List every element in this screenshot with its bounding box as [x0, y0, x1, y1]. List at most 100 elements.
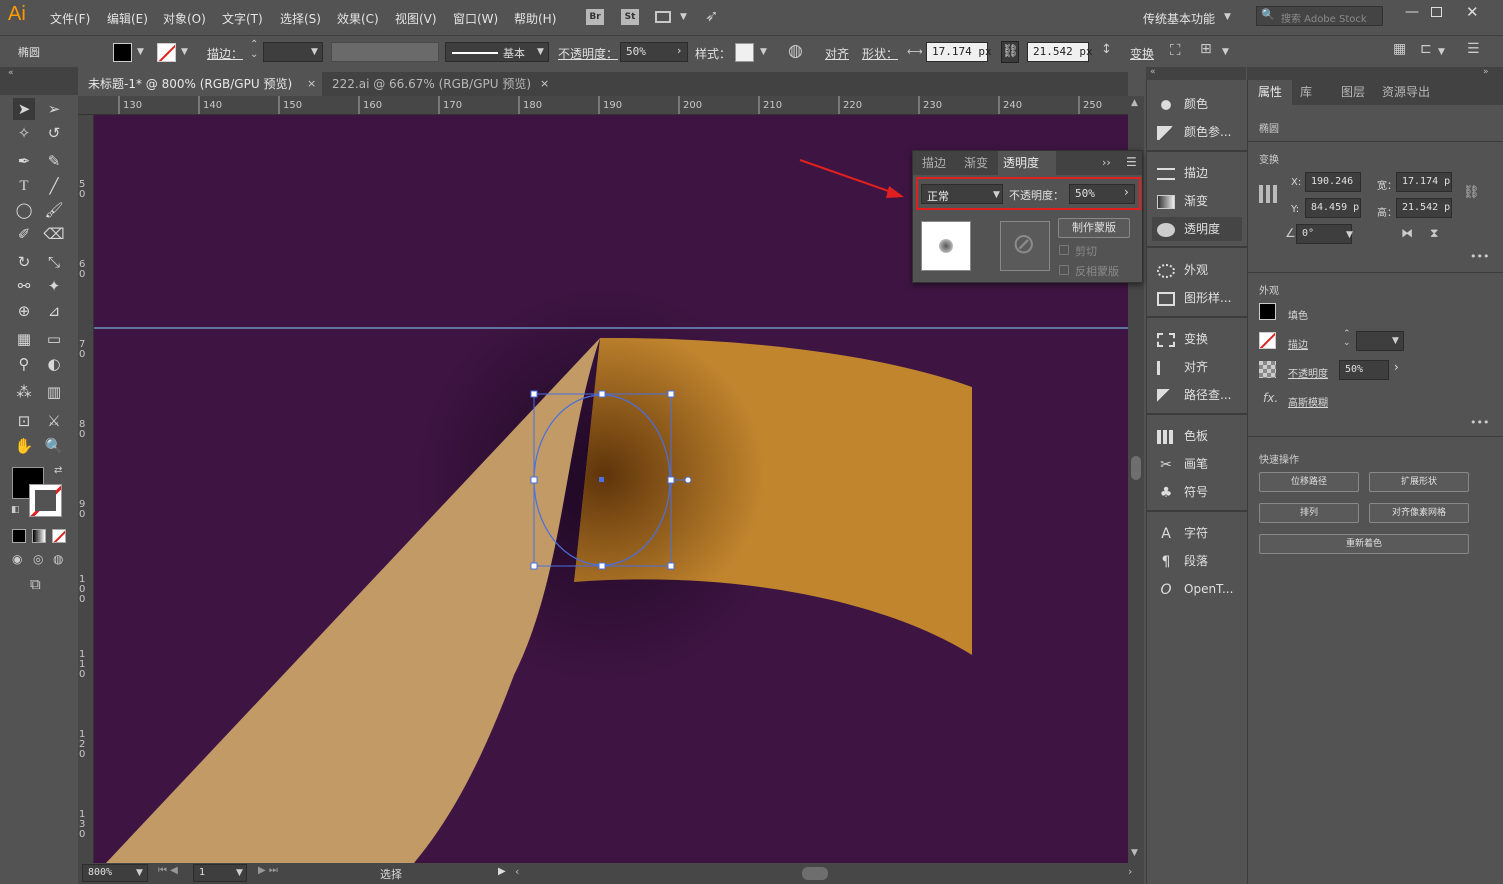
slice-tool-icon[interactable]: ⚔: [43, 410, 65, 432]
chevron-down-icon[interactable]: ▼: [137, 47, 144, 57]
arrange-icon[interactable]: ▦: [1393, 41, 1406, 57]
panel-menu-icon[interactable]: ☰: [1467, 41, 1480, 57]
magic-wand-tool-icon[interactable]: ✧: [13, 122, 35, 144]
stroke-label[interactable]: 描边：: [207, 45, 243, 62]
line-tool-icon[interactable]: ╱: [43, 175, 65, 197]
fill-swatch[interactable]: [1259, 303, 1276, 320]
brush-definition[interactable]: 基本 ▼: [445, 42, 549, 62]
expand-dock-icon[interactable]: «: [1150, 67, 1156, 77]
close-icon[interactable]: ×: [307, 77, 316, 90]
stock-search-input[interactable]: 🔍 搜索 Adobe Stock: [1256, 6, 1383, 26]
object-thumbnail[interactable]: [921, 221, 971, 271]
tab-untitled-1[interactable]: 未标题-1* @ 800% (RGB/GPU 预览): [78, 72, 322, 96]
stroke-swatch[interactable]: [1259, 332, 1276, 349]
blend-mode-dropdown[interactable]: 正常 ▼: [921, 184, 1003, 204]
arrange-docs-icon[interactable]: [655, 11, 671, 23]
expand-panel-icon[interactable]: ››: [1102, 156, 1111, 169]
mask-thumbnail[interactable]: ⊘: [1000, 221, 1050, 271]
dock-swatches[interactable]: 色板: [1157, 424, 1208, 448]
collapse-icon[interactable]: «: [8, 68, 14, 78]
transform-link[interactable]: 变换: [1130, 45, 1154, 62]
recolor-button[interactable]: 重新着色: [1259, 534, 1469, 554]
more-options-icon[interactable]: •••: [1470, 416, 1489, 429]
scroll-right-icon[interactable]: ›: [1128, 865, 1132, 878]
align-to-icon[interactable]: ⊞: [1200, 41, 1212, 57]
tab-layers[interactable]: 图层: [1341, 80, 1365, 105]
mesh-tool-icon[interactable]: ▦: [13, 328, 35, 350]
shape-builder-tool-icon[interactable]: ⊕: [13, 300, 35, 322]
menu-help[interactable]: 帮助(H): [514, 10, 556, 27]
constrain-proportions-icon[interactable]: ⛓: [1463, 185, 1480, 200]
variable-width-profile[interactable]: [331, 42, 439, 62]
tab-transparency[interactable]: 透明度: [1003, 151, 1039, 175]
stroke-swatch[interactable]: [157, 43, 176, 62]
direct-selection-tool-icon[interactable]: ➢: [43, 98, 65, 120]
chevron-right-icon[interactable]: ›: [1394, 360, 1399, 374]
status-menu-icon[interactable]: ▶: [498, 866, 506, 877]
stroke-color-swatch[interactable]: [29, 484, 62, 517]
dock-color[interactable]: 颜色: [1157, 92, 1208, 116]
last-artboard-icon[interactable]: ▶ ⏭: [258, 865, 278, 876]
x-field[interactable]: 190.246: [1305, 172, 1361, 192]
chevron-down-icon[interactable]: ▼: [1222, 47, 1229, 57]
chevron-down-icon[interactable]: ▼: [1392, 336, 1399, 346]
constrain-proportions-icon[interactable]: ⛓: [1001, 41, 1019, 63]
column-graph-tool-icon[interactable]: ▥: [43, 381, 65, 403]
workspace-switcher[interactable]: 传统基本功能: [1143, 10, 1215, 27]
ellipse-tool-icon[interactable]: ◯: [13, 199, 35, 221]
dock-pathfinder[interactable]: 路径查...: [1157, 383, 1231, 407]
pen-tool-icon[interactable]: ✒: [13, 150, 35, 172]
tab-stroke[interactable]: 描边: [922, 151, 946, 175]
tab-gradient[interactable]: 渐变: [964, 151, 988, 175]
make-mask-button[interactable]: 制作蒙版: [1058, 218, 1130, 238]
tab-asset-export[interactable]: 资源导出: [1382, 80, 1430, 105]
menu-window[interactable]: 窗口(W): [453, 10, 498, 27]
menu-file[interactable]: 文件(F): [50, 10, 90, 27]
paintbrush-tool-icon[interactable]: 🖌: [43, 199, 65, 221]
stroke-stepper[interactable]: ⌃ ⌄: [1343, 330, 1351, 348]
tab-222-ai[interactable]: 222.ai @ 66.67% (RGB/GPU 预览): [322, 72, 552, 96]
chevron-right-icon[interactable]: ›: [1124, 185, 1129, 199]
eraser-tool-icon[interactable]: ⌫: [43, 223, 65, 245]
scroll-left-icon[interactable]: ‹: [515, 865, 519, 878]
collapse-icon[interactable]: »: [1483, 67, 1489, 77]
ribbon-light[interactable]: [106, 338, 600, 863]
type-tool-icon[interactable]: T: [13, 175, 35, 197]
rotate-field[interactable]: 0°: [1296, 224, 1352, 244]
dock-transform[interactable]: 变换: [1157, 327, 1208, 351]
expand-shape-button[interactable]: 扩展形状: [1369, 472, 1469, 492]
chevron-down-icon[interactable]: ▼: [181, 47, 188, 57]
hscroll-thumb[interactable]: [802, 867, 828, 880]
maximize-icon[interactable]: [1431, 7, 1442, 17]
lasso-tool-icon[interactable]: ↺: [43, 122, 65, 144]
shaper-tool-icon[interactable]: ✐: [13, 223, 35, 245]
chevron-down-icon[interactable]: ▼: [236, 868, 243, 878]
puppet-warp-tool-icon[interactable]: ✦: [43, 275, 65, 297]
width-field[interactable]: 17.174 px: [926, 42, 992, 62]
dock-color-guide[interactable]: 颜色参...: [1157, 120, 1231, 144]
tab-libraries[interactable]: 库: [1300, 80, 1312, 105]
clip-checkbox[interactable]: [1059, 245, 1069, 255]
y-field[interactable]: 84.459 p: [1305, 198, 1361, 218]
dock-paragraph[interactable]: ¶ 段落: [1157, 549, 1208, 573]
opacity-label[interactable]: 不透明度：: [558, 45, 618, 62]
dock-transparency[interactable]: 透明度: [1152, 217, 1242, 241]
chevron-down-icon[interactable]: ▼: [760, 47, 767, 57]
arrange-button[interactable]: 排列: [1259, 503, 1359, 523]
minimize-icon[interactable]: —: [1405, 4, 1419, 20]
gaussian-blur-link[interactable]: 高斯模糊: [1288, 394, 1328, 409]
close-icon[interactable]: ×: [540, 77, 549, 90]
draw-behind-icon[interactable]: ◎: [33, 552, 43, 566]
opacity-field[interactable]: 50%: [1339, 360, 1389, 380]
tab-properties[interactable]: 属性: [1258, 80, 1282, 105]
transform-each-icon[interactable]: ⛶: [1170, 41, 1181, 59]
dock-gradient[interactable]: 渐变: [1157, 189, 1208, 213]
menu-type[interactable]: 文字(T): [222, 10, 263, 27]
isolate-icon[interactable]: ⊏: [1420, 41, 1432, 57]
recolor-artwork-icon[interactable]: ◍: [788, 41, 803, 61]
menu-select[interactable]: 选择(S): [280, 10, 321, 27]
scale-tool-icon[interactable]: ⤡: [43, 251, 65, 273]
dock-stroke[interactable]: 描边: [1157, 161, 1208, 185]
dock-appearance[interactable]: 外观: [1157, 258, 1208, 282]
width-tool-icon[interactable]: ⚯: [13, 275, 35, 297]
